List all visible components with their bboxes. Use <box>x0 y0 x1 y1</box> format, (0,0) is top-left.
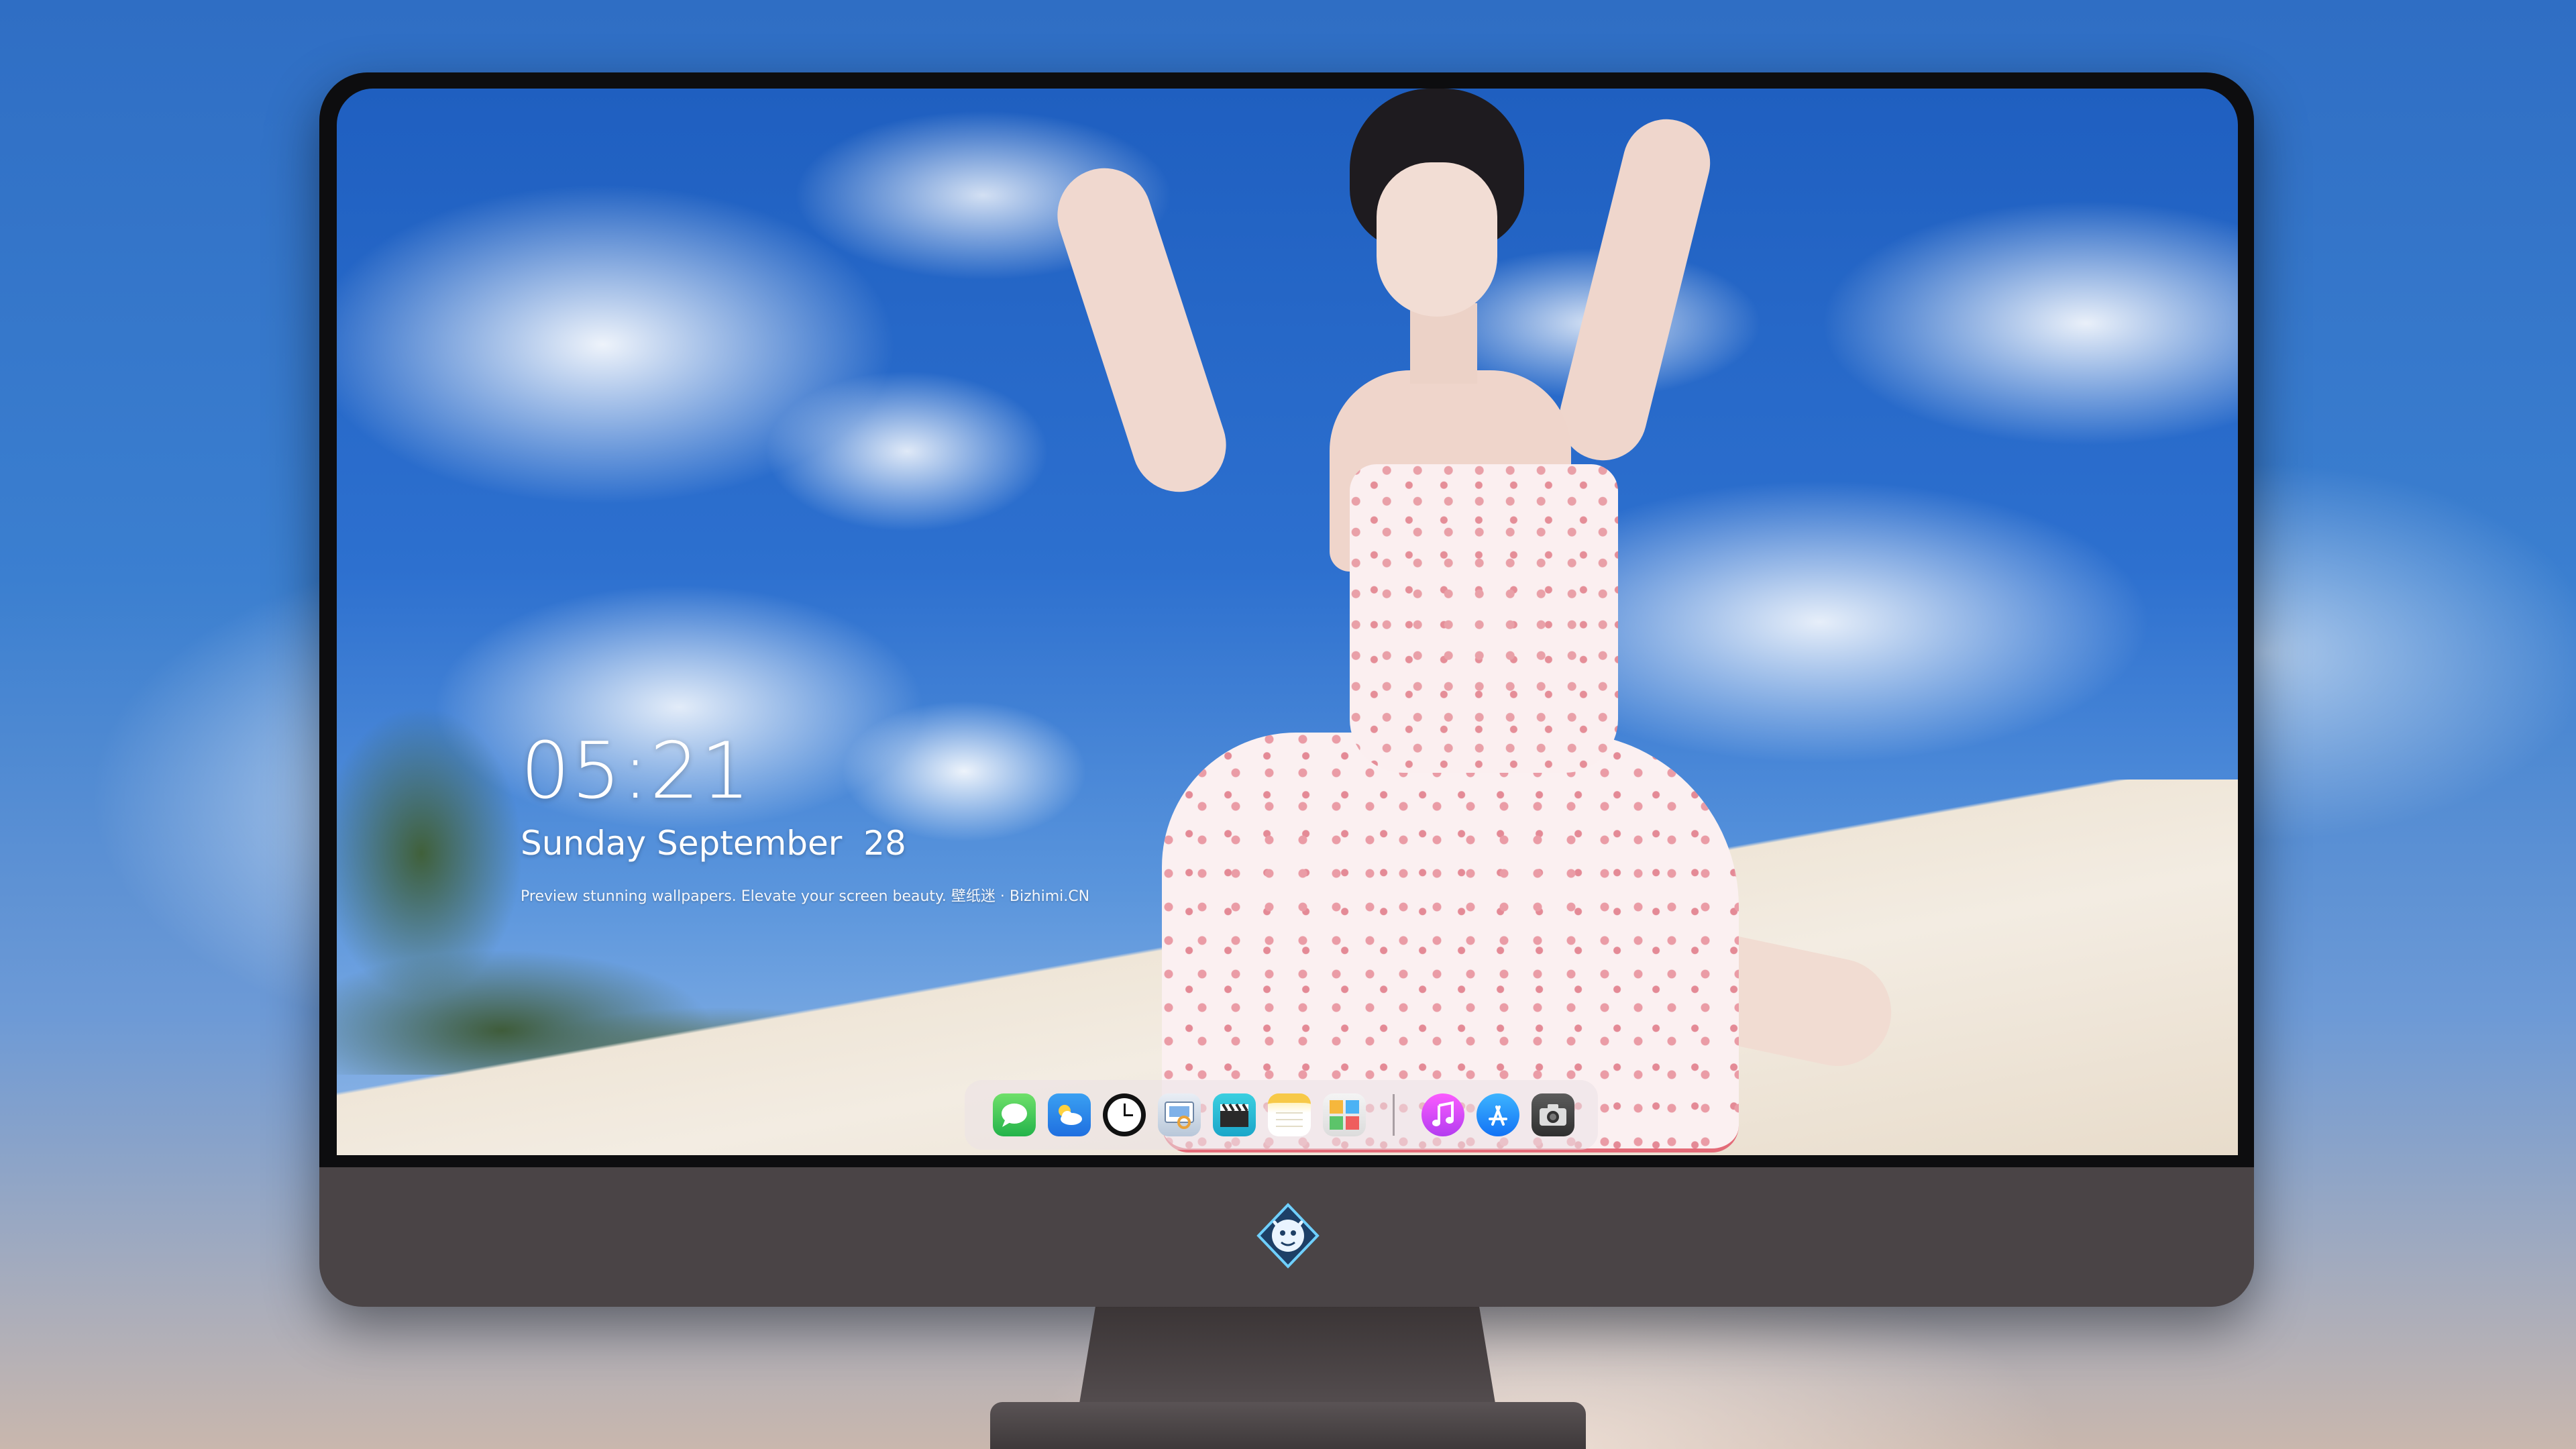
lockscreen-clock: 05:21 <box>521 726 752 816</box>
photos-icon[interactable] <box>1323 1093 1366 1136</box>
monitor-stand-neck <box>1079 1307 1496 1407</box>
app-store-icon[interactable] <box>1477 1093 1519 1136</box>
lockscreen-date: Sunday September 28 <box>521 824 906 863</box>
music-icon[interactable] <box>1421 1093 1464 1136</box>
notes-icon[interactable] <box>1268 1093 1311 1136</box>
dock-separator <box>1393 1094 1395 1136</box>
weather-icon[interactable] <box>1048 1093 1091 1136</box>
monitor-brand-logo <box>1254 1202 1322 1269</box>
preview-icon[interactable] <box>1158 1093 1201 1136</box>
clock-icon[interactable] <box>1103 1093 1146 1136</box>
dock <box>965 1080 1598 1150</box>
monitor-stand-base <box>990 1402 1586 1449</box>
screen-wallpaper <box>337 89 2238 1155</box>
lockscreen-tagline: Preview stunning wallpapers. Elevate you… <box>521 888 1090 905</box>
clapperboard-icon[interactable] <box>1213 1093 1256 1136</box>
figure-dress-top <box>1350 464 1618 773</box>
figure-face <box>1377 162 1497 317</box>
wallpaper-figure <box>1045 89 1902 1155</box>
camera-icon[interactable] <box>1532 1093 1574 1136</box>
figure-arm-left <box>1045 156 1238 504</box>
figure-arm-right <box>1550 109 1719 470</box>
messages-icon[interactable] <box>993 1093 1036 1136</box>
